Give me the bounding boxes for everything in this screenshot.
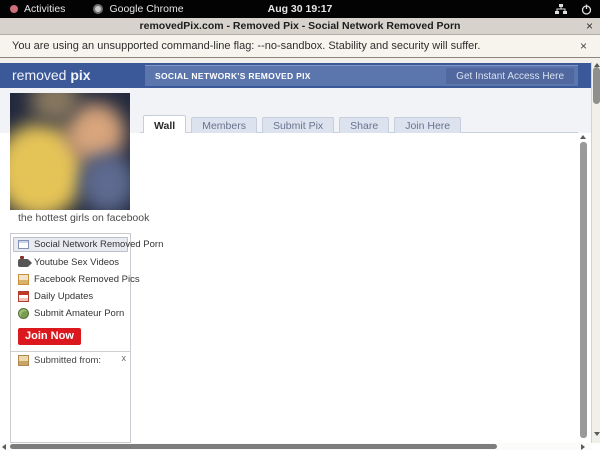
site-logo[interactable]: removed pix <box>12 67 91 83</box>
navbar-title: SOCIAL NETWORK'S REMOVED PIX <box>155 71 311 81</box>
join-now-button[interactable]: Join Now <box>18 328 81 345</box>
site-navbar: SOCIAL NETWORK'S REMOVED PIX Get Instant… <box>145 65 578 86</box>
video-camera-icon <box>18 255 32 267</box>
menu-item-label: Social Network Removed Porn <box>34 239 164 250</box>
submitted-from-label: Submitted from: <box>34 354 102 366</box>
content-vertical-scrollbar[interactable] <box>579 133 588 443</box>
logo-word-1: removed <box>12 67 71 83</box>
submitted-close-icon[interactable]: x <box>122 353 127 363</box>
tab-wall[interactable]: Wall <box>143 115 187 133</box>
infobar-message: You are using an unsupported command-lin… <box>12 40 481 52</box>
browser-tab-strip: removedPix.com - Removed Pix - Social Ne… <box>0 18 600 35</box>
submitted-from-row: Submitted from: x <box>11 351 130 368</box>
tab-share[interactable]: Share <box>339 117 390 133</box>
tab-close-icon[interactable]: × <box>586 19 593 33</box>
tab-join-here[interactable]: Join Here <box>394 117 462 133</box>
scroll-left-icon[interactable] <box>2 444 6 450</box>
scroll-down-icon[interactable] <box>594 432 600 436</box>
screen: Activities Google Chrome Aug 30 19:17 re… <box>0 0 600 450</box>
menu-item-label: Submit Amateur Porn <box>34 308 125 319</box>
scroll-right-icon[interactable] <box>581 444 585 450</box>
window-vertical-scrollbar-thumb[interactable] <box>593 67 600 104</box>
photo-placeholder-shape <box>80 153 130 210</box>
clock[interactable]: Aug 30 19:17 <box>0 3 600 15</box>
photo-caption: the hottest girls on facebook <box>18 212 150 224</box>
content-vertical-scrollbar-thumb[interactable] <box>580 142 587 438</box>
menu-item-label: Youtube Sex Videos <box>34 257 120 268</box>
scroll-up-icon[interactable] <box>580 135 586 139</box>
profile-photo[interactable] <box>10 93 130 210</box>
power-icon[interactable] <box>581 4 592 15</box>
picture-icon <box>18 274 29 285</box>
calendar-icon <box>18 291 29 302</box>
menu-item-label: Facebook Removed Pics <box>34 274 140 285</box>
list-icon <box>18 240 29 249</box>
system-top-bar: Activities Google Chrome Aug 30 19:17 <box>0 0 600 18</box>
get-access-link[interactable]: Get Instant Access Here <box>446 68 574 84</box>
tab-submit-pix[interactable]: Submit Pix <box>261 117 335 133</box>
sidebar-menu: Social Network Removed Porn Youtube Sex … <box>10 233 163 443</box>
tab-bar: Wall Members Submit Pix Share Join Here <box>143 115 462 133</box>
menu-item-social-network-removed-porn[interactable]: Social Network Removed Porn <box>13 237 163 252</box>
submitted-picture-icon <box>18 354 29 366</box>
browser-infobar: You are using an unsupported command-lin… <box>0 35 600 58</box>
site-header: removed pix SOCIAL NETWORK'S REMOVED PIX… <box>0 63 600 88</box>
menu-item-submit-amateur-porn[interactable]: Submit Amateur Porn <box>11 305 130 322</box>
globe-icon <box>18 308 29 319</box>
logo-word-2: pix <box>70 67 91 83</box>
tab-members[interactable]: Members <box>191 117 257 133</box>
menu-item-youtube-sex-videos[interactable]: Youtube Sex Videos <box>11 254 130 271</box>
horizontal-scrollbar-thumb[interactable] <box>10 444 497 449</box>
horizontal-scrollbar[interactable] <box>0 443 591 450</box>
menu-item-label: Daily Updates <box>34 291 94 302</box>
window-vertical-scrollbar[interactable] <box>591 62 600 443</box>
browser-tab-title[interactable]: removedPix.com - Removed Pix - Social Ne… <box>140 20 461 32</box>
join-row: Join Now <box>11 322 130 348</box>
menu-item-daily-updates[interactable]: Daily Updates <box>11 288 130 305</box>
network-icon[interactable] <box>555 3 567 15</box>
infobar-close-icon[interactable]: × <box>580 39 587 53</box>
menu-item-facebook-removed-pics[interactable]: Facebook Removed Pics <box>11 271 140 288</box>
